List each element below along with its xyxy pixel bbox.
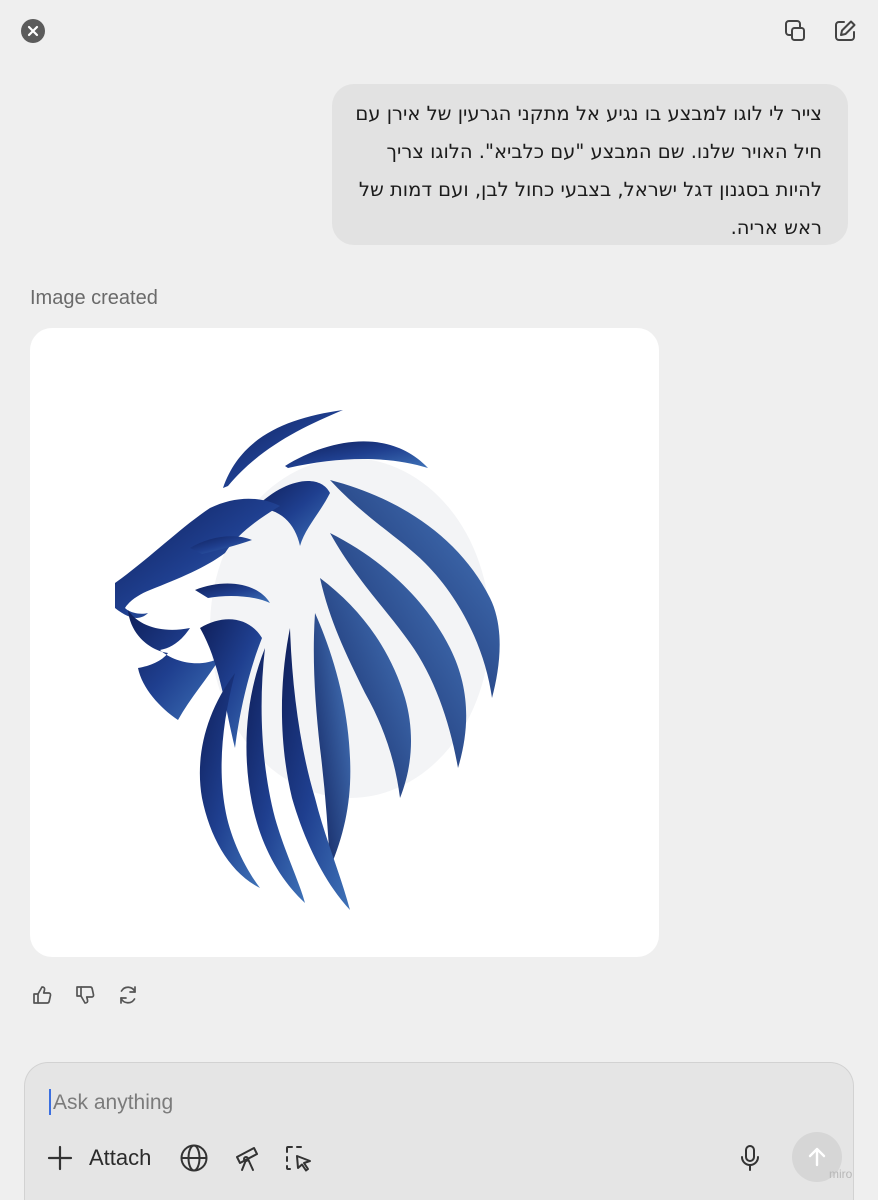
edit-icon [835,20,856,41]
image-created-label: Image created [30,287,158,309]
thumbs-up-button[interactable] [29,982,55,1008]
cursor-select-icon [286,1146,311,1172]
attach-button[interactable]: Attach [79,1141,151,1175]
research-button[interactable] [230,1141,264,1175]
generated-image[interactable] [30,328,659,957]
thumbs-down-icon [76,986,95,1004]
composer: Attach mi [24,1062,854,1200]
voice-input-button[interactable] [735,1141,765,1175]
copy-window-button[interactable] [780,16,810,46]
watermark: miro [829,1167,853,1181]
message-input[interactable] [51,1085,695,1121]
lion-logo-image [115,410,500,910]
select-area-button[interactable] [281,1141,315,1175]
regenerate-icon [120,986,136,1004]
microphone-icon [741,1145,759,1171]
arrow-up-icon [808,1147,826,1167]
thumbs-up-icon [33,986,52,1004]
attach-label: Attach [89,1145,152,1170]
copy-window-icon [785,20,805,41]
new-chat-button[interactable] [830,16,860,46]
user-message-text: צייר לי לוגו למבצע בו נגיע אל מתקני הגרע… [355,102,822,239]
add-button[interactable] [45,1141,75,1175]
user-message-bubble: צייר לי לוגו למבצע בו נגיע אל מתקני הגרע… [332,84,848,245]
globe-icon [180,1144,208,1172]
plus-icon [47,1145,73,1171]
telescope-icon [236,1147,258,1171]
thumbs-down-button[interactable] [72,982,98,1008]
web-search-button[interactable] [177,1141,211,1175]
close-icon [27,25,39,37]
regenerate-button[interactable] [115,982,141,1008]
close-button[interactable] [21,19,45,43]
